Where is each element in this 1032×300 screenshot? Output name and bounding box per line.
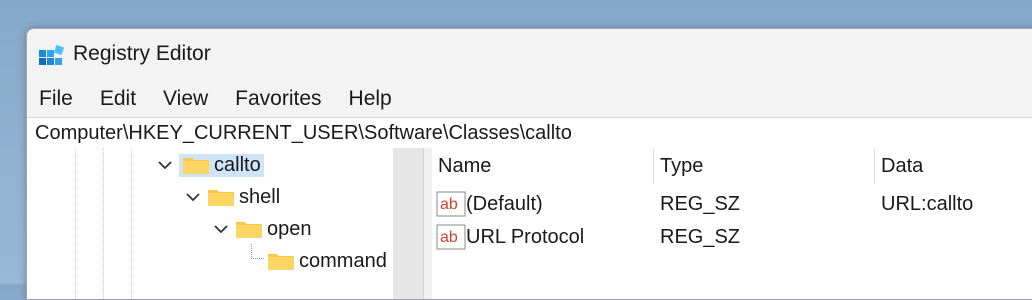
chevron-down-icon[interactable] xyxy=(155,155,175,175)
key-tree-pane: callto shell open command xyxy=(27,148,423,299)
tree-node-open[interactable]: open xyxy=(211,214,312,244)
string-value-icon: ab xyxy=(436,191,466,217)
tree-node-selection: callto xyxy=(179,153,264,177)
registry-editor-window: Registry Editor File Edit View Favorites… xyxy=(26,28,1032,300)
menu-favorites[interactable]: Favorites xyxy=(235,85,321,113)
column-header-data[interactable]: Data xyxy=(875,148,1032,184)
menu-help[interactable]: Help xyxy=(349,85,392,113)
tree-node-label: shell xyxy=(239,185,281,208)
tree-guide-line xyxy=(103,148,104,299)
column-header-type[interactable]: Type xyxy=(654,148,875,184)
window-title: Registry Editor xyxy=(73,42,211,65)
column-header-name[interactable]: Name xyxy=(432,148,654,184)
tree-guide-line xyxy=(75,148,76,299)
chevron-down-icon[interactable] xyxy=(183,187,203,207)
address-bar[interactable]: Computer\HKEY_CURRENT_USER\Software\Clas… xyxy=(27,117,1032,149)
values-list-pane: Name Type Data ab (Default) REG_SZ URL:c… xyxy=(432,148,1032,299)
tree-node-shell[interactable]: shell xyxy=(183,182,280,212)
registry-editor-app-icon xyxy=(39,44,65,65)
chevron-down-icon[interactable] xyxy=(211,219,231,239)
folder-icon xyxy=(268,254,294,270)
tree-connector-line xyxy=(251,244,264,259)
tree-node-label: command xyxy=(299,249,387,272)
string-value-icon: ab xyxy=(436,224,466,250)
folder-icon xyxy=(183,158,209,174)
tree-node-command[interactable]: command xyxy=(267,246,393,276)
menu-file[interactable]: File xyxy=(39,85,73,113)
folder-icon xyxy=(236,222,262,238)
menu-bar: File Edit View Favorites Help xyxy=(27,81,1032,117)
tree-node-callto[interactable]: callto xyxy=(155,150,264,180)
svg-text:ab: ab xyxy=(440,229,458,246)
menu-view[interactable]: View xyxy=(163,85,208,113)
list-item[interactable]: ab URL Protocol REG_SZ xyxy=(432,221,1032,253)
value-name: (Default) xyxy=(466,193,543,215)
address-path[interactable]: Computer\HKEY_CURRENT_USER\Software\Clas… xyxy=(35,122,572,145)
svg-text:ab: ab xyxy=(440,196,458,213)
menu-edit[interactable]: Edit xyxy=(100,85,136,113)
list-header: Name Type Data xyxy=(432,148,1032,184)
tree-node-label: open xyxy=(267,217,312,240)
folder-icon xyxy=(208,190,234,206)
value-type: REG_SZ xyxy=(660,193,741,215)
value-type: REG_SZ xyxy=(660,226,741,248)
value-data: URL:callto xyxy=(881,193,974,215)
list-item[interactable]: ab (Default) REG_SZ URL:callto xyxy=(432,188,1032,220)
tree-node-label: callto xyxy=(214,153,261,176)
tree-guide-line xyxy=(131,148,132,299)
tree-scrollbar[interactable] xyxy=(393,148,423,299)
title-bar[interactable]: Registry Editor xyxy=(27,29,1032,81)
value-name: URL Protocol xyxy=(466,226,585,248)
